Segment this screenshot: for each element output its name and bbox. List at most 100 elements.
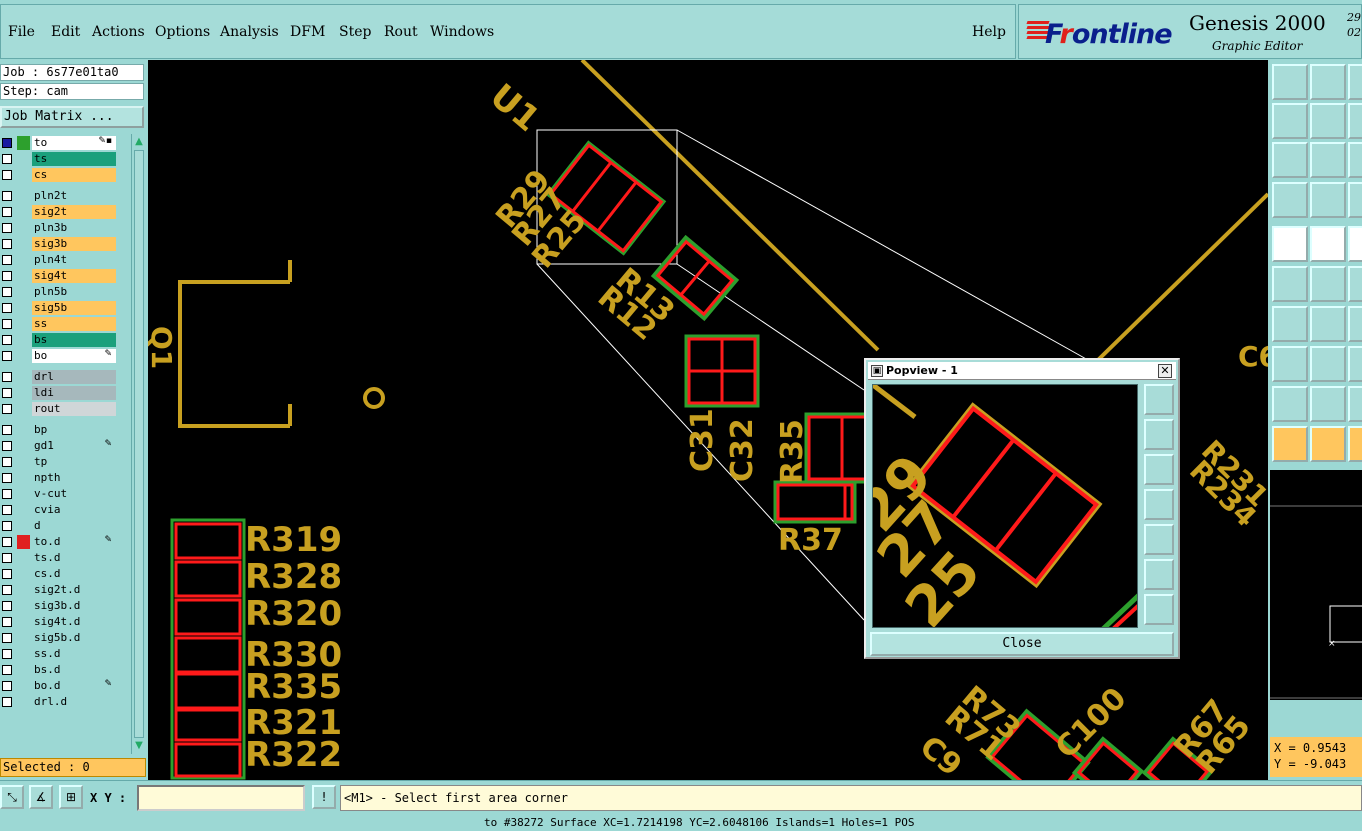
popview-close-button[interactable]: Close [870,632,1174,656]
layer-color-swatch[interactable] [17,583,30,597]
menu-edit[interactable]: Edit [51,24,80,40]
popview-up-icon[interactable] [1144,419,1174,450]
snap-icon[interactable]: ⤡ [0,785,24,809]
popview-viewport[interactable]: 29 27 25 [872,384,1138,628]
pointer-alt-icon[interactable] [1310,426,1346,462]
layer-row[interactable]: cs [0,168,118,182]
layer-color-swatch[interactable] [17,679,30,693]
layer-checkbox[interactable] [2,271,12,281]
layer-scrollbar[interactable]: ▲ ▼ [131,134,145,754]
scroll-down-icon[interactable]: ▼ [133,740,145,752]
layer-color-swatch[interactable] [17,136,30,150]
pointer-icon[interactable] [1272,426,1308,462]
xy-input[interactable] [137,785,305,811]
layer-checkbox[interactable] [2,473,12,483]
layer-checkbox[interactable] [2,170,12,180]
layer-row[interactable]: bp [0,423,118,437]
layer-checkbox[interactable] [2,388,12,398]
layer-row[interactable]: sig2t.d [0,583,118,597]
layer-color-swatch[interactable] [17,269,30,283]
zoom-extra-icon[interactable] [1348,142,1362,178]
layer-checkbox[interactable] [2,303,12,313]
layer-row[interactable]: drl [0,370,118,384]
layer-color-swatch[interactable] [17,439,30,453]
layer-checkbox[interactable] [2,633,12,643]
layer-row[interactable]: d [0,519,118,533]
layer-color-swatch[interactable] [17,349,30,363]
menu-file[interactable]: File [8,24,35,40]
scroll-up-icon[interactable]: ▲ [133,136,145,148]
layer-row[interactable]: sig2t [0,205,118,219]
select-point-icon[interactable] [1272,346,1308,382]
menu-help[interactable]: Help [972,24,1006,40]
layer-row[interactable]: rout [0,402,118,416]
layer-row[interactable]: sig5b.d [0,631,118,645]
layer-checkbox[interactable] [2,489,12,499]
layer-checkbox[interactable] [2,521,12,531]
layer-checkbox[interactable] [2,154,12,164]
menu-windows[interactable]: Windows [430,24,494,40]
menu-dfm[interactable]: DFM [290,24,325,40]
layer-color-swatch[interactable] [17,455,30,469]
layer-color-swatch[interactable] [17,152,30,166]
layer-checkbox[interactable] [2,697,12,707]
layer-checkbox[interactable] [2,207,12,217]
triangle-icon[interactable] [1272,386,1308,422]
layer-checkbox[interactable] [2,441,12,451]
menu-step[interactable]: Step [339,24,371,40]
layer-row[interactable]: ss.d [0,647,118,661]
layer-row[interactable]: pln4t [0,253,118,267]
layer-row[interactable]: ts.d [0,551,118,565]
layer-checkbox[interactable] [2,335,12,345]
layer-checkbox[interactable] [2,223,12,233]
pad-icon[interactable] [1272,226,1308,262]
layer-checkbox[interactable] [2,681,12,691]
angle-extra-icon[interactable] [1348,306,1362,342]
layer-row[interactable]: sig4t.d [0,615,118,629]
scroll-thumb[interactable] [134,150,144,738]
layer-checkbox[interactable] [2,537,12,547]
layer-checkbox[interactable] [2,585,12,595]
pan-left-icon[interactable] [1272,103,1308,139]
measure-icon[interactable] [1272,182,1308,218]
layer-row[interactable]: bo.d ✎ [0,679,118,693]
layer-row[interactable]: gd1 ✎ [0,439,118,453]
view-extra-icon[interactable] [1348,64,1362,100]
layer-row[interactable]: ldi [0,386,118,400]
layer-checkbox[interactable] [2,617,12,627]
layer-row[interactable]: sig5b [0,301,118,315]
layer-color-swatch[interactable] [17,663,30,677]
layer-color-swatch[interactable] [17,535,30,549]
popview-down-icon[interactable] [1144,454,1174,485]
job-matrix-button[interactable]: Job Matrix ... [0,106,144,128]
probe-extra-icon[interactable] [1348,182,1362,218]
layer-color-swatch[interactable] [17,221,30,235]
layer-color-swatch[interactable] [17,189,30,203]
layer-row[interactable]: ss [0,317,118,331]
popview-fit-icon[interactable] [1144,559,1174,590]
layer-color-swatch[interactable] [17,567,30,581]
layer-checkbox[interactable] [2,569,12,579]
popview-left-icon[interactable] [1144,489,1174,520]
close-icon[interactable]: ✕ [1158,364,1172,378]
layer-row[interactable]: pln3b [0,221,118,235]
layer-color-swatch[interactable] [17,615,30,629]
polygon-icon[interactable] [1310,386,1346,422]
angle-snap-icon[interactable]: ∡ [29,785,53,809]
triangle-extra-icon[interactable] [1348,386,1362,422]
menu-options[interactable]: Options [155,24,210,40]
popview-titlebar[interactable]: ▣ Popview - 1 ✕ [868,362,1176,380]
layer-color-swatch[interactable] [17,253,30,267]
layer-color-swatch[interactable] [17,551,30,565]
layer-color-swatch[interactable] [17,519,30,533]
select-line-icon[interactable] [1310,346,1346,382]
cross-icon[interactable] [1310,266,1346,302]
slash-icon[interactable] [1310,306,1346,342]
layer-color-swatch[interactable] [17,237,30,251]
layer-color-swatch[interactable] [17,402,30,416]
layer-checkbox[interactable] [2,319,12,329]
layer-row[interactable]: ts [0,152,118,166]
overview-map[interactable]: × [1270,470,1362,700]
pointer-extra-icon[interactable] [1348,426,1362,462]
arc-icon[interactable] [1348,226,1362,262]
